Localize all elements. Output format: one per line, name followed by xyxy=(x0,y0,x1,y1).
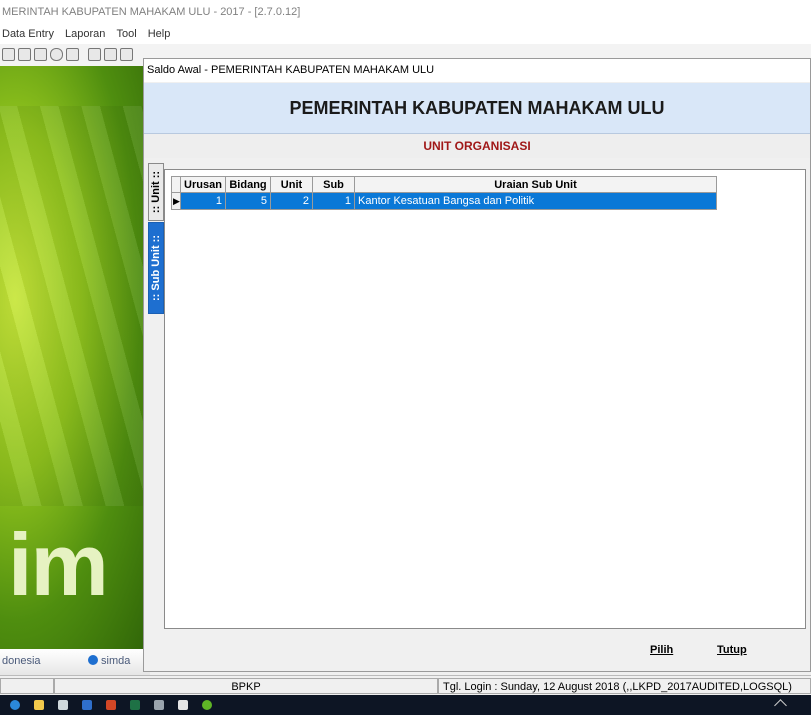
simda-icon xyxy=(88,655,98,665)
toolbar-arrow-icon[interactable] xyxy=(66,48,79,61)
pilih-label: Pilih xyxy=(650,644,674,656)
word-icon[interactable] xyxy=(82,700,92,710)
col-bidang[interactable]: Bidang xyxy=(226,176,271,193)
simda-logo: im xyxy=(8,515,109,614)
powerpoint-icon[interactable] xyxy=(106,700,116,710)
excel-icon[interactable] xyxy=(130,700,140,710)
desktop-footer: donesia simda xyxy=(0,649,150,675)
col-sub[interactable]: Sub xyxy=(313,176,355,193)
explorer-icon[interactable] xyxy=(34,700,44,710)
status-login: Tgl. Login : Sunday, 12 August 2018 (,,L… xyxy=(438,678,811,694)
col-uraian-sub-unit[interactable]: Uraian Sub Unit xyxy=(355,176,717,193)
col-urusan[interactable]: Urusan xyxy=(181,176,226,193)
footer-left-text: donesia xyxy=(2,655,41,667)
menu-help[interactable]: Help xyxy=(148,28,171,40)
col-unit[interactable]: Unit xyxy=(271,176,313,193)
tab-sub-unit[interactable]: :: Sub Unit :: xyxy=(148,222,164,314)
toolbar-link-icon[interactable] xyxy=(88,48,101,61)
toolbar-copy-icon[interactable] xyxy=(104,48,117,61)
cell-bidang[interactable]: 5 xyxy=(226,193,271,210)
tab-sub-unit-label: :: Sub Unit :: xyxy=(150,235,162,301)
store-icon[interactable] xyxy=(58,700,68,710)
calculator-icon[interactable] xyxy=(154,700,164,710)
desktop-background: im xyxy=(0,66,150,649)
status-bpkp: BPKP xyxy=(54,678,438,694)
toolbar-print-icon[interactable] xyxy=(34,48,47,61)
sub-unit-grid-panel: Urusan Bidang Unit Sub Uraian Sub Unit ▶… xyxy=(164,169,806,629)
menu-laporan[interactable]: Laporan xyxy=(65,28,105,40)
grid-corner xyxy=(171,176,181,193)
background-rays xyxy=(0,106,150,506)
section-title: UNIT ORGANISASI xyxy=(144,134,810,158)
row-pointer-icon: ▶ xyxy=(171,193,181,210)
edge-icon[interactable] xyxy=(10,700,20,710)
footer-simda-link: simda xyxy=(88,655,130,667)
toolbar-diamond-icon[interactable] xyxy=(50,48,63,61)
cell-urusan[interactable]: 1 xyxy=(181,193,226,210)
tutup-button[interactable]: Tutup xyxy=(717,644,747,656)
toolbar-save-icon[interactable] xyxy=(18,48,31,61)
menu-data-entry[interactable]: Data Entry xyxy=(2,28,54,40)
app-icon[interactable] xyxy=(178,700,188,710)
status-bar: BPKP Tgl. Login : Sunday, 12 August 2018… xyxy=(0,675,811,696)
dialog-title: Saldo Awal - PEMERINTAH KABUPATEN MAHAKA… xyxy=(144,59,810,82)
cell-uraian[interactable]: Kantor Kesatuan Bangsa dan Politik xyxy=(355,193,717,210)
simda-taskbar-icon[interactable] xyxy=(202,700,212,710)
toolbar-report-icon[interactable] xyxy=(120,48,133,61)
menu-bar: Data Entry Laporan Tool Help xyxy=(0,24,811,44)
chevron-up-icon[interactable] xyxy=(774,699,787,712)
tab-unit-label: :: Unit :: xyxy=(150,170,162,214)
windows-taskbar xyxy=(0,695,811,715)
saldo-awal-dialog: Saldo Awal - PEMERINTAH KABUPATEN MAHAKA… xyxy=(143,58,811,672)
footer-simda-label: simda xyxy=(101,655,131,667)
dialog-header: PEMERINTAH KABUPATEN MAHAKAM ULU xyxy=(144,83,810,134)
status-cell-empty xyxy=(0,678,54,694)
app-title: MERINTAH KABUPATEN MAHAKAM ULU - 2017 - … xyxy=(0,0,811,24)
tutup-label: Tutup xyxy=(717,644,747,656)
pilih-button[interactable]: Pilih xyxy=(650,644,673,656)
cell-sub[interactable]: 1 xyxy=(313,193,355,210)
tab-unit[interactable]: :: Unit :: xyxy=(148,163,164,221)
toolbar-open-icon[interactable] xyxy=(2,48,15,61)
menu-tool[interactable]: Tool xyxy=(116,28,136,40)
cell-unit[interactable]: 2 xyxy=(271,193,313,210)
